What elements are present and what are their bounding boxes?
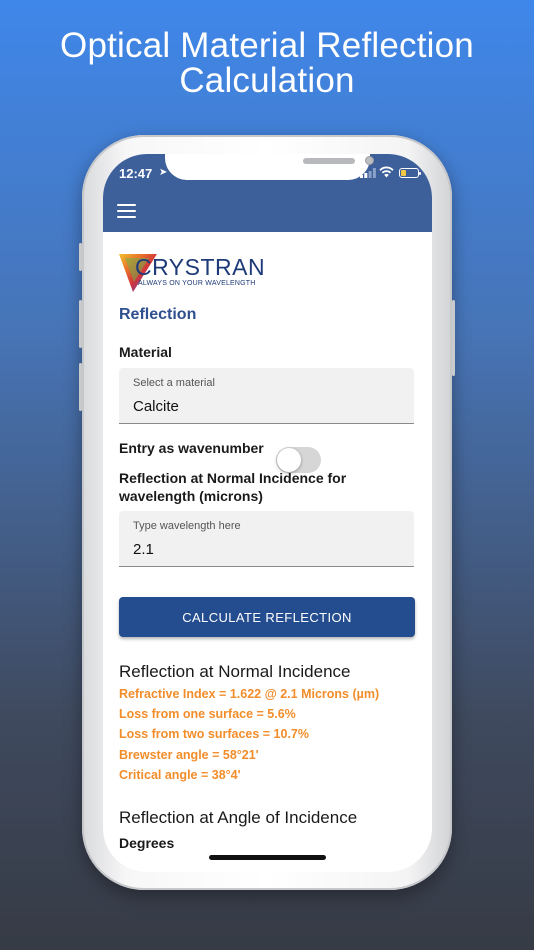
wavelength-input[interactable]	[133, 541, 393, 558]
loss-two-surfaces-result: Loss from two surfaces = 10.7%	[119, 727, 310, 741]
loss-one-surface-result: Loss from one surface = 5.6%	[119, 707, 296, 721]
results-title: Reflection at Normal Incidence	[119, 662, 351, 681]
location-arrow-icon: ➤	[159, 167, 168, 178]
wavelength-field[interactable]: Type wavelength here	[119, 511, 414, 567]
calculate-reflection-button[interactable]: CALCULATE REFLECTION	[119, 597, 415, 637]
wavelength-label: Reflection at Normal Incidence for wavel…	[119, 470, 347, 504]
material-hint: Select a material	[133, 377, 215, 389]
phone-screen: 12:47 ➤ CRYSTRAN ALWAYS ON YOUR WAVELENG…	[103, 154, 432, 872]
phone-volume-up	[79, 300, 82, 348]
section-title: Reflection	[119, 306, 197, 323]
phone-mute-switch	[79, 243, 82, 271]
headline-line-1: Optical Material Reflection	[60, 26, 474, 65]
speaker-grille	[303, 158, 355, 164]
material-value: Calcite	[133, 398, 179, 415]
headline: Optical Material Reflection Calculation	[0, 28, 534, 98]
brewster-angle-result: Brewster angle = 58°21'	[119, 748, 259, 762]
degrees-label: Degrees	[119, 835, 175, 851]
battery-icon	[399, 168, 421, 178]
logo-tagline: ALWAYS ON YOUR WAVELENGTH	[138, 280, 256, 287]
phone-frame: 12:47 ➤ CRYSTRAN ALWAYS ON YOUR WAVELENG…	[79, 135, 455, 890]
wavenumber-toggle-label: Entry as wavenumber	[119, 440, 264, 456]
hamburger-menu-icon[interactable]	[117, 204, 136, 218]
status-time: 12:47	[119, 166, 153, 181]
wavelength-hint: Type wavelength here	[133, 520, 241, 532]
headline-line-2: Calculation	[179, 61, 355, 100]
material-select[interactable]: Select a material Calcite	[119, 368, 414, 424]
home-indicator[interactable]	[209, 855, 326, 860]
phone-notch	[165, 154, 374, 180]
critical-angle-result: Critical angle = 38°4'	[119, 768, 241, 782]
crystran-logo: CRYSTRAN ALWAYS ON YOUR WAVELENGTH	[119, 250, 279, 296]
angle-section-title: Reflection at Angle of Incidence	[119, 808, 358, 827]
phone-volume-down	[79, 363, 82, 411]
logo-wordmark: CRYSTRAN	[135, 254, 266, 280]
phone-power-button	[452, 300, 455, 376]
wifi-icon	[379, 166, 394, 178]
front-camera	[365, 156, 374, 165]
material-label: Material	[119, 344, 172, 360]
refractive-index-result: Refractive Index = 1.622 @ 2.1 Microns (…	[119, 687, 380, 701]
